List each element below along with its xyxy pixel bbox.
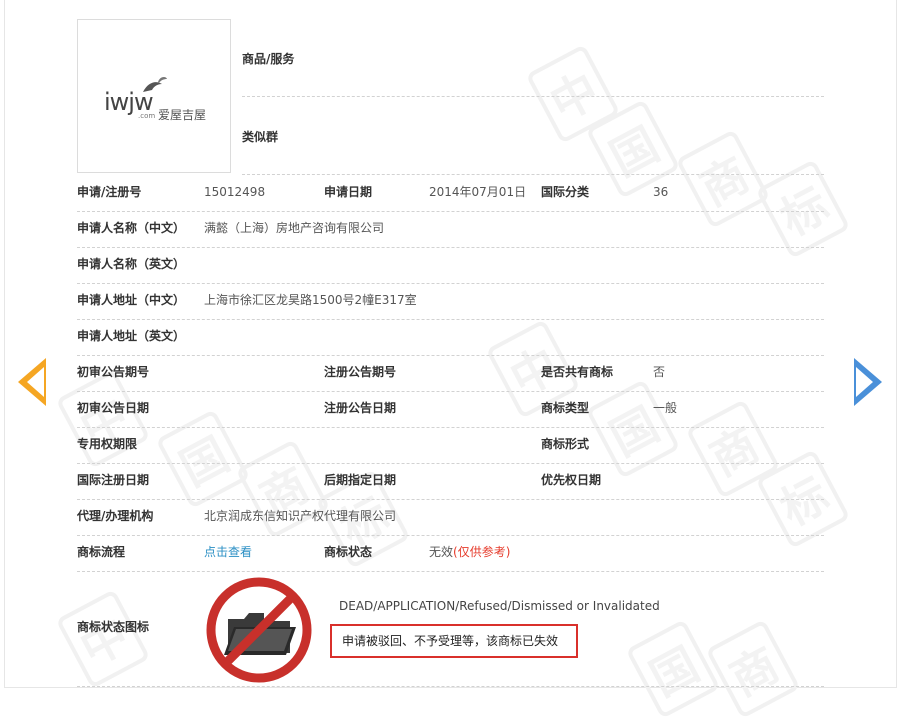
reg-notice-no-label: 注册公告期号 <box>324 365 397 379</box>
applicant-address-en-label: 申请人地址（英文） <box>77 329 186 343</box>
row-address-en: 申请人地址（英文） <box>77 319 824 356</box>
prelim-notice-no-label: 初审公告期号 <box>77 365 150 379</box>
chevron-left-icon[interactable] <box>18 358 46 406</box>
status-icon-label: 商标状态图标 <box>77 620 150 634</box>
shared-trademark-value: 否 <box>653 365 666 379</box>
row-address-cn: 申请人地址（中文） 上海市徐汇区龙昊路1500号2幢E317室 <box>77 283 824 320</box>
chevron-right-icon[interactable] <box>854 358 882 406</box>
reg-no-label: 申请/注册号 <box>77 185 142 199</box>
applicant-name-cn-label: 申请人名称（中文） <box>77 221 186 235</box>
trademark-form-label: 商标形式 <box>541 437 590 451</box>
divider <box>242 96 824 97</box>
status-note: (仅供参考) <box>453 545 511 559</box>
agent-label: 代理/办理机构 <box>77 509 154 523</box>
trademark-type-value: 一般 <box>653 401 678 415</box>
trademark-flow-label: 商标流程 <box>77 545 126 559</box>
reg-no-value: 15012498 <box>204 185 266 199</box>
apply-date-value: 2014年07月01日 <box>429 185 527 199</box>
status-chinese-alert: 申请被驳回、不予受理等，该商标已失效 <box>330 624 578 658</box>
applicant-address-cn-label: 申请人地址（中文） <box>77 293 186 307</box>
shared-trademark-label: 是否共有商标 <box>541 365 614 379</box>
exclusive-period-label: 专用权期限 <box>77 437 138 451</box>
similar-group-label: 类似群 <box>242 130 279 144</box>
logo-cn-text: 爱屋吉屋 <box>158 108 207 122</box>
trademark-status-label: 商标状态 <box>324 545 373 559</box>
row-exclusive-period: 专用权期限 商标形式 <box>77 427 824 464</box>
later-designation-date-label: 后期指定日期 <box>324 473 397 487</box>
apply-date-label: 申请日期 <box>324 185 373 199</box>
view-flow-link[interactable]: 点击查看 <box>204 535 252 570</box>
intl-class-label: 国际分类 <box>541 185 590 199</box>
applicant-address-cn-value: 上海市徐汇区龙昊路1500号2幢E317室 <box>204 293 417 307</box>
row-notice-date: 初审公告日期 注册公告日期 商标类型 一般 <box>77 391 824 428</box>
priority-date-label: 优先权日期 <box>541 473 602 487</box>
applicant-name-en-label: 申请人名称（英文） <box>77 257 186 271</box>
row-flow-status: 商标流程 点击查看 商标状态 无效(仅供参考) <box>77 535 824 572</box>
status-text: 无效 <box>429 545 454 559</box>
status-english-text: DEAD/APPLICATION/Refused/Dismissed or In… <box>339 599 660 613</box>
logo-com-text: .com <box>138 112 156 120</box>
trademark-type-label: 商标类型 <box>541 401 590 415</box>
trademark-status-value: 无效(仅供参考) <box>429 535 510 570</box>
agent-value: 北京润成东信知识产权代理有限公司 <box>204 509 397 523</box>
prohibited-folder-icon <box>206 577 312 683</box>
goods-services-label: 商品/服务 <box>242 52 295 66</box>
row-applicant-en: 申请人名称（英文） <box>77 247 824 284</box>
row-intl-dates: 国际注册日期 后期指定日期 优先权日期 <box>77 463 824 500</box>
row-reg-no: 申请/注册号 15012498 申请日期 2014年07月01日 国际分类 36 <box>77 175 824 212</box>
trademark-image: iwjw .com 爱屋吉屋 <box>77 19 231 173</box>
reg-notice-date-label: 注册公告日期 <box>324 401 397 415</box>
intl-reg-date-label: 国际注册日期 <box>77 473 150 487</box>
prelim-notice-date-label: 初审公告日期 <box>77 401 150 415</box>
row-notice-no: 初审公告期号 注册公告期号 是否共有商标 否 <box>77 355 824 392</box>
row-applicant-cn: 申请人名称（中文） 满懿（上海）房地产咨询有限公司 <box>77 211 824 248</box>
applicant-name-cn-value: 满懿（上海）房地产咨询有限公司 <box>204 221 385 235</box>
row-agent: 代理/办理机构 北京润成东信知识产权代理有限公司 <box>77 499 824 536</box>
intl-class-value: 36 <box>653 185 669 199</box>
row-status-icon: 商标状态图标 DEAD/APPLICATION/Refused/Dismisse… <box>77 572 824 688</box>
